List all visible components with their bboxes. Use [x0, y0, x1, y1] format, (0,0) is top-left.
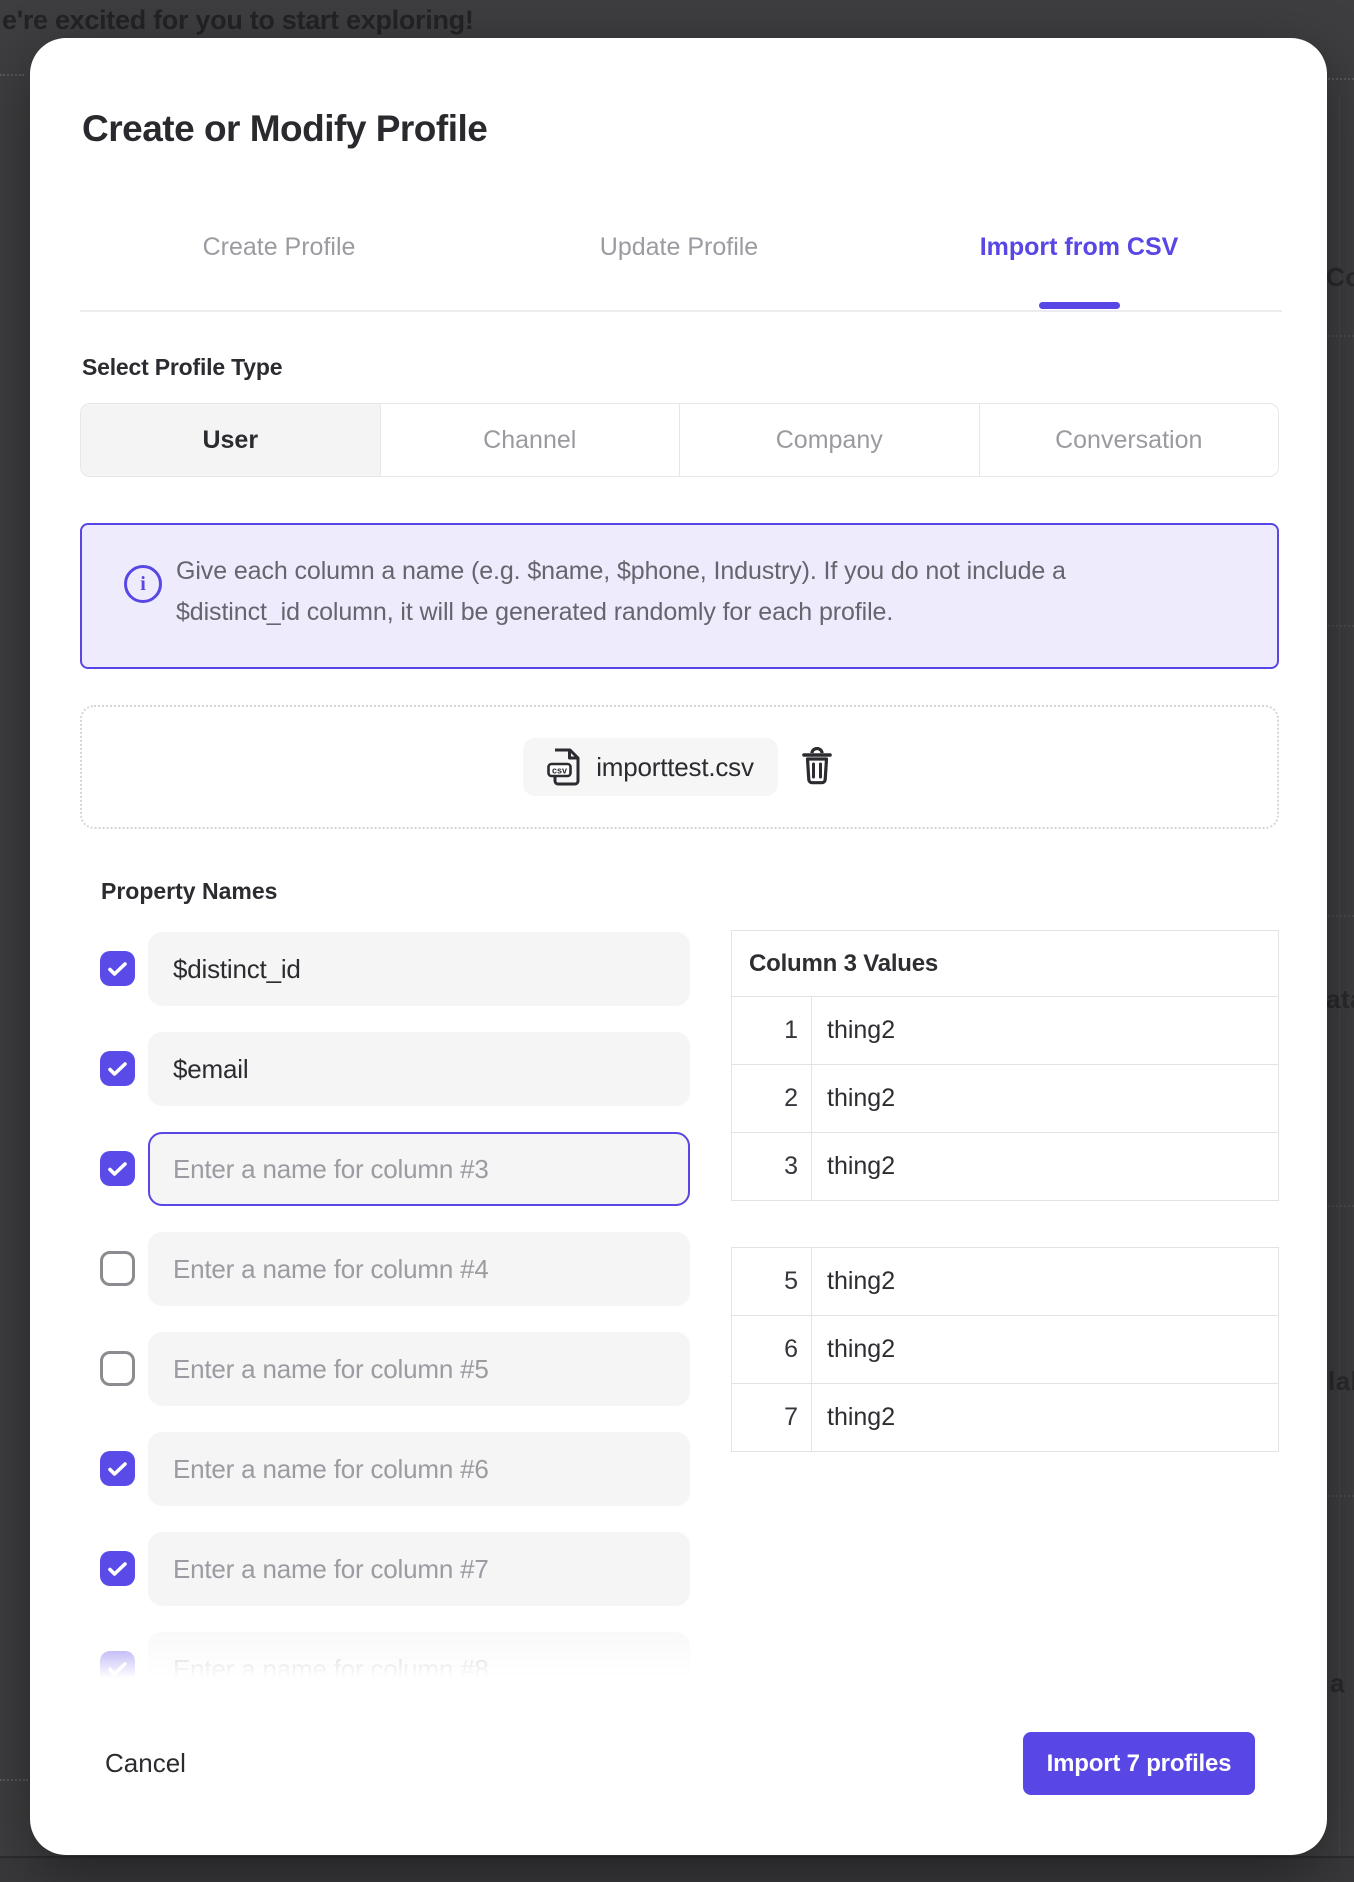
background-gridline: [1328, 1495, 1354, 1497]
background-text-fragment: Col: [1326, 262, 1354, 293]
row-index-cell: 3: [732, 1133, 812, 1200]
property-checkbox[interactable]: [100, 1251, 135, 1286]
property-name-input[interactable]: [148, 1332, 690, 1406]
profile-type-option-company[interactable]: Company: [680, 404, 980, 476]
background-dotted-texture: [0, 1779, 28, 1781]
background-gridline: [1328, 915, 1354, 917]
property-checkbox[interactable]: [100, 951, 135, 986]
property-checkbox[interactable]: [100, 1151, 135, 1186]
column-values-preview-table-continued: 5 thing2 6 thing2 7 thing2: [731, 1247, 1279, 1452]
property-row: [100, 1332, 710, 1406]
table-row: 7 thing2: [732, 1384, 1278, 1451]
cancel-button[interactable]: Cancel: [105, 1748, 186, 1779]
tab-import-from-csv[interactable]: Import from CSV: [980, 233, 1179, 262]
property-name-input[interactable]: [148, 1632, 690, 1697]
property-name-input[interactable]: [148, 1232, 690, 1306]
table-row: 5 thing2: [732, 1248, 1278, 1316]
row-index-cell: 6: [732, 1316, 812, 1383]
row-index-cell: 5: [732, 1248, 812, 1315]
background-gridline: [1328, 335, 1354, 337]
preview-table-header: Column 3 Values: [732, 931, 1278, 997]
background-gridline: [1328, 625, 1354, 627]
info-icon: i: [124, 565, 162, 603]
profile-type-segmented-control: User Channel Company Conversation: [80, 403, 1279, 477]
csv-dropzone[interactable]: csv importtest.csv: [80, 705, 1279, 829]
info-banner-text: Give each column a name (e.g. $name, $ph…: [176, 551, 1136, 633]
property-row: [100, 932, 710, 1006]
profile-type-option-conversation[interactable]: Conversation: [980, 404, 1279, 476]
background-table-edge-line: [1339, 96, 1340, 1854]
table-row: 1 thing2: [732, 997, 1278, 1065]
tab-update-profile[interactable]: Update Profile: [600, 233, 758, 262]
background-banner-text: e're excited for you to start exploring!: [2, 5, 474, 36]
property-name-list: [100, 932, 710, 1697]
create-or-modify-profile-dialog: Create or Modify Profile Create Profile …: [30, 38, 1327, 1855]
csv-file-icon: csv: [547, 747, 583, 787]
row-value-cell: thing2: [812, 1316, 1278, 1383]
property-name-input[interactable]: [148, 1432, 690, 1506]
background-text-fragment: a: [1330, 1668, 1345, 1699]
property-name-input[interactable]: [148, 1132, 690, 1206]
property-checkbox[interactable]: [100, 1051, 135, 1086]
property-checkbox[interactable]: [100, 1551, 135, 1586]
property-name-input[interactable]: [148, 932, 690, 1006]
profile-type-label: Select Profile Type: [82, 354, 282, 381]
svg-text:csv: csv: [552, 766, 567, 776]
info-banner: i Give each column a name (e.g. $name, $…: [80, 523, 1279, 669]
table-row: 6 thing2: [732, 1316, 1278, 1384]
property-checkbox[interactable]: [100, 1451, 135, 1486]
remove-file-button[interactable]: [798, 745, 836, 789]
row-value-cell: thing2: [812, 1248, 1278, 1315]
background-text-fragment: ata: [1326, 984, 1354, 1015]
row-value-cell: thing2: [812, 997, 1278, 1064]
row-value-cell: thing2: [812, 1384, 1278, 1451]
uploaded-file-name: importtest.csv: [596, 752, 754, 783]
property-row: [100, 1632, 710, 1697]
background-dotted-texture: [0, 74, 24, 76]
import-profiles-button[interactable]: Import 7 profiles: [1023, 1732, 1255, 1795]
background-text-fragment: lab: [1328, 1366, 1354, 1397]
row-value-cell: thing2: [812, 1065, 1278, 1132]
dialog-title: Create or Modify Profile: [82, 108, 487, 150]
row-value-cell: thing2: [812, 1133, 1278, 1200]
property-row: [100, 1432, 710, 1506]
background-gridline: [1328, 1205, 1354, 1207]
property-name-input[interactable]: [148, 1532, 690, 1606]
profile-type-option-user[interactable]: User: [81, 404, 381, 476]
property-row: [100, 1132, 710, 1206]
property-row: [100, 1532, 710, 1606]
tab-create-profile[interactable]: Create Profile: [203, 233, 356, 262]
tabs-divider: [80, 310, 1282, 312]
property-checkbox[interactable]: [100, 1651, 135, 1686]
profile-type-option-channel[interactable]: Channel: [381, 404, 681, 476]
trash-icon: [800, 747, 834, 787]
active-tab-indicator: [1039, 302, 1120, 309]
property-row: [100, 1232, 710, 1306]
property-name-input[interactable]: [148, 1032, 690, 1106]
row-index-cell: 1: [732, 997, 812, 1064]
property-names-label: Property Names: [101, 878, 277, 905]
property-row: [100, 1032, 710, 1106]
background-bottom-strip: [0, 1856, 1354, 1882]
background-dotted-texture: [1328, 78, 1354, 80]
row-index-cell: 7: [732, 1384, 812, 1451]
row-index-cell: 2: [732, 1065, 812, 1132]
property-checkbox[interactable]: [100, 1351, 135, 1386]
table-row: 2 thing2: [732, 1065, 1278, 1133]
table-row: 3 thing2: [732, 1133, 1278, 1200]
column-values-preview-table: Column 3 Values 1 thing2 2 thing2 3 thin…: [731, 930, 1279, 1201]
uploaded-file-chip[interactable]: csv importtest.csv: [523, 738, 778, 796]
